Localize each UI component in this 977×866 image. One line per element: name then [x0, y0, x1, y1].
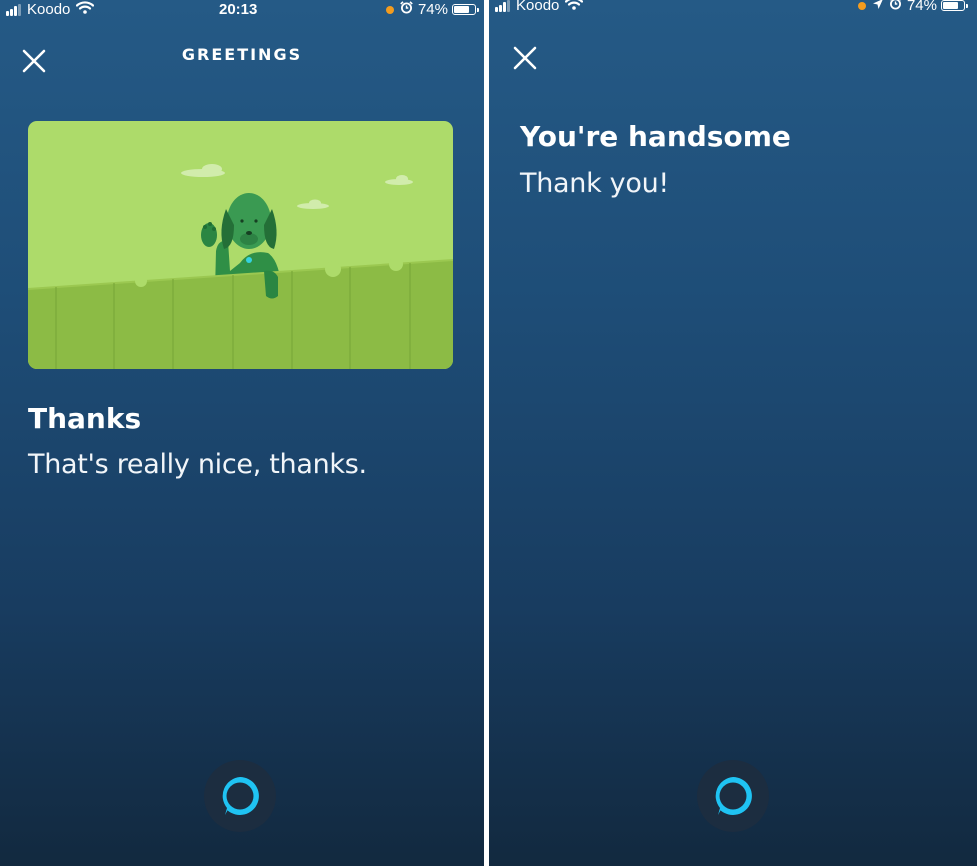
alexa-ring-icon [715, 777, 752, 815]
carrier-name: Koodo [27, 1, 71, 18]
signal-icon [495, 0, 511, 12]
wifi-icon [565, 0, 584, 14]
card-title: Thanks [28, 402, 142, 435]
battery-icon [452, 4, 479, 15]
screen-right: Koodo 74% You're handsome Thank you! [489, 0, 977, 866]
screen-left: Koodo 20:13 74% GREETINGS Thanks That's … [0, 0, 484, 866]
page-title: GREETINGS [181, 45, 303, 64]
status-bar: Koodo 20:13 74% [0, 0, 484, 20]
status-time: 20:13 [219, 1, 258, 18]
battery-percent: 74% [906, 0, 937, 14]
battery-icon [941, 0, 968, 11]
recording-dot [385, 5, 394, 14]
greeting-card-image [28, 121, 453, 369]
card-subtitle: That's really nice, thanks. [28, 449, 367, 480]
close-icon [513, 46, 537, 70]
alexa-ring-icon [222, 777, 259, 815]
card-title: You're handsome [520, 120, 791, 153]
wifi-icon [76, 1, 95, 18]
battery-percent: 74% [417, 1, 448, 18]
card-subtitle: Thank you! [520, 168, 669, 199]
alexa-button[interactable] [204, 760, 276, 832]
signal-icon [6, 3, 22, 16]
dog-waving-illustration [28, 121, 453, 369]
recording-dot [857, 1, 866, 10]
carrier-name: Koodo [516, 0, 560, 14]
close-button[interactable] [512, 45, 538, 71]
alarm-icon [889, 0, 902, 14]
location-arrow-icon [872, 0, 884, 14]
alarm-icon [400, 1, 413, 18]
alexa-button[interactable] [697, 760, 769, 832]
status-bar: Koodo 74% [489, 0, 977, 16]
